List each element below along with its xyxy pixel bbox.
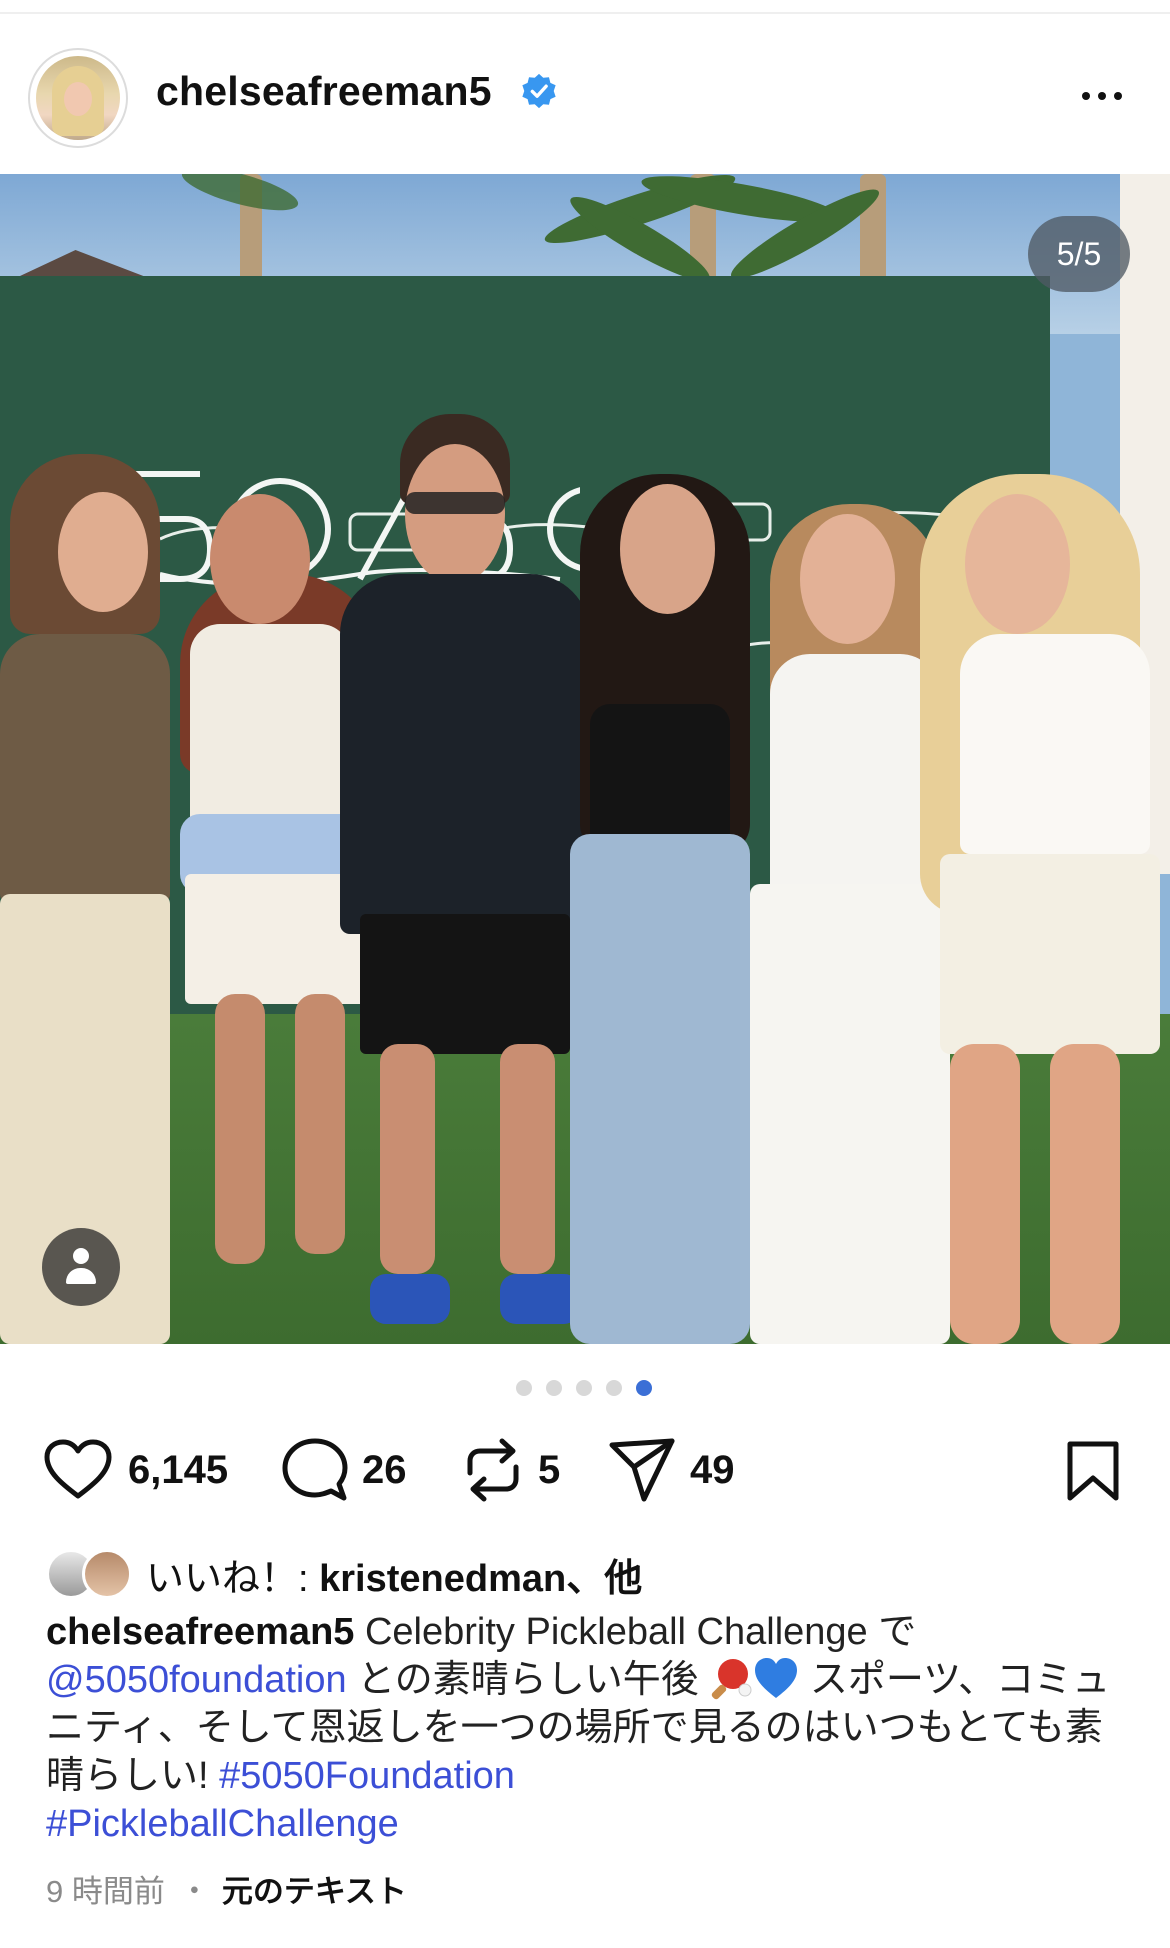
caption-text: との素晴らしい午後 [346,1659,710,1701]
send-icon [609,1438,675,1502]
profile-avatar[interactable] [28,48,128,148]
likes-count: 6,145 [128,1447,229,1492]
image-counter: 5/5 [1028,216,1130,292]
repost-button[interactable]: 5 [462,1430,560,1510]
liked-by-text: いいね！: kristenedman、他 [146,1547,642,1602]
avatar-image [36,56,120,140]
blue-heart-icon [753,1656,799,1700]
verified-badge-icon [522,73,556,109]
share-button[interactable]: 49 [608,1430,735,1510]
ping-pong-paddle-icon [709,1656,753,1700]
hashtag-link[interactable]: #PickleballChallenge [46,1803,399,1845]
shares-count: 49 [690,1447,735,1492]
bookmark-icon[interactable] [1064,1440,1122,1502]
post-photo[interactable]: ​ 5 [0,174,1170,1344]
carousel-dot [606,1380,622,1396]
carousel-dot-active [636,1380,652,1396]
post-meta: 9 時間前 ・ 元のテキスト [46,1866,407,1911]
liked-by-line[interactable]: いいね！: kristenedman、他 [46,1546,642,1602]
see-original-button[interactable]: 元のテキスト [222,1866,407,1911]
tagged-people-button[interactable] [42,1228,120,1306]
comment-button[interactable]: 26 [282,1430,407,1510]
carousel-dot [576,1380,592,1396]
ellipsis-icon [1082,92,1090,100]
heart-icon [44,1439,112,1499]
more-options-button[interactable] [1074,82,1130,110]
username[interactable]: chelseafreeman5 [156,68,492,115]
carousel-indicator [516,1380,652,1396]
post-header: chelseafreeman5 [0,30,1170,162]
action-bar: 6,145 26 5 49 [0,1430,1170,1510]
person-icon [73,1248,89,1264]
mention-link[interactable]: @5050foundation [46,1659,347,1701]
liked-by-prefix: いいね！: [146,1557,320,1600]
liker-avatar [82,1549,132,1599]
liked-by-others[interactable]: 、他 [566,1558,642,1600]
carousel-dot [516,1380,532,1396]
liked-by-user[interactable]: kristenedman [319,1558,566,1600]
comment-icon [282,1438,348,1501]
like-button[interactable]: 6,145 [42,1430,228,1510]
meta-separator: ・ [178,1874,210,1909]
caption-username[interactable]: chelseafreeman5 [46,1611,354,1653]
comments-count: 26 [362,1447,407,1492]
caption-text: Celebrity Pickleball Challenge で [354,1611,917,1653]
reposts-count: 5 [538,1447,561,1492]
hashtag-link[interactable]: #5050Foundation [219,1755,515,1797]
repost-icon [467,1438,519,1502]
carousel-dot [546,1380,562,1396]
post-timestamp: 9 時間前 [46,1874,165,1909]
top-divider [0,12,1170,14]
post-caption: chelseafreeman5 Celebrity Pickleball Cha… [46,1608,1136,1848]
